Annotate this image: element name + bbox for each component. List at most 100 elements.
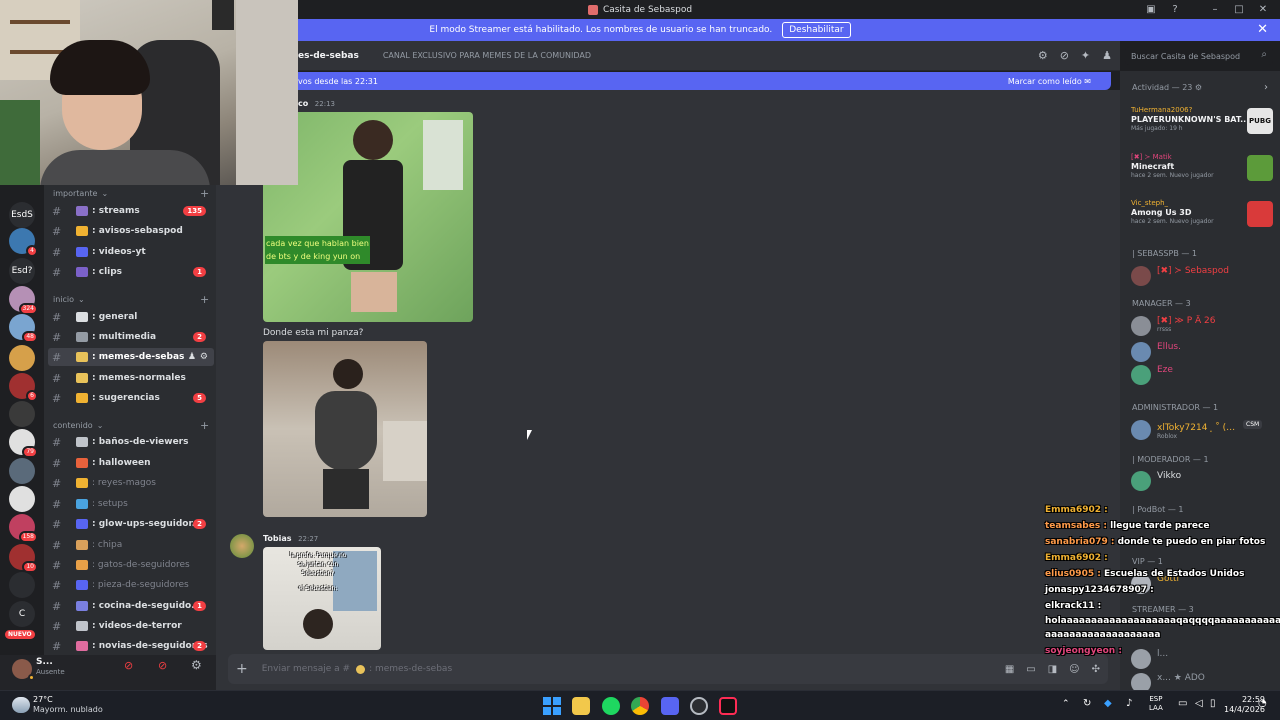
tiktok-icon[interactable] [719, 697, 737, 715]
channel-item[interactable]: #: streams 135 [48, 202, 214, 220]
sync-icon[interactable]: ↻ [1083, 698, 1091, 709]
channel-item[interactable]: #: reyes-magos [48, 474, 214, 492]
meme-image[interactable]: la profe: Porque no se juntan con Sebast… [263, 547, 381, 650]
server-icon[interactable]: 48 [9, 314, 38, 343]
message-input[interactable]: + Enviar mensaje a # : memes-de-sebas ▦ … [228, 654, 1108, 684]
member-item[interactable]: [✖] ≫ P Ä 26 rrsss [1131, 316, 1215, 336]
server-icon[interactable] [9, 486, 35, 512]
tray-chevron-icon[interactable]: ⌃ [1062, 699, 1070, 709]
mic-muted-icon[interactable]: ⊘ [124, 659, 133, 672]
deafen-icon[interactable]: ⊘ [158, 659, 167, 672]
close-banner-icon[interactable]: ✕ [1257, 22, 1268, 37]
server-icon[interactable] [9, 458, 35, 484]
channel-item[interactable]: #: glow-ups-seguidor... 2 [48, 515, 214, 533]
channel-item[interactable]: #: videos-yt [48, 243, 214, 261]
member-item[interactable]: x... ★ ADO [1131, 673, 1205, 690]
chevron-right-icon[interactable]: › [1264, 82, 1268, 93]
maximize-icon[interactable]: □ [1232, 3, 1246, 17]
channel-category[interactable]: inicio ⌄ + [53, 293, 209, 306]
message-author[interactable]: Tobias [263, 534, 292, 543]
start-button[interactable] [543, 697, 561, 715]
minimize-icon[interactable]: – [1208, 3, 1222, 17]
battery-icon[interactable]: ▯ [1210, 698, 1216, 709]
member-list-icon[interactable]: ♟ [1102, 49, 1112, 62]
channel-item[interactable]: #: general [48, 308, 214, 326]
pin-icon[interactable]: ✦ [1081, 49, 1090, 62]
activity-card[interactable]: [✖] ≻ Matik Minecraft hace 2 sem. Nuevo ju… [1131, 153, 1273, 181]
channel-category[interactable]: importante ⌄ + [53, 187, 209, 200]
channel-item[interactable]: #: clips 1 [48, 263, 214, 281]
close-window-icon[interactable]: ✕ [1256, 3, 1270, 17]
channel-settings-icon[interactable]: ⚙ [200, 352, 208, 362]
server-icon[interactable]: 79 [9, 429, 38, 458]
channel-item[interactable]: #: halloween [48, 454, 214, 472]
server-icon[interactable]: EsdS [9, 202, 35, 228]
emoji-icon[interactable]: ☺ [1069, 664, 1079, 675]
server-icon[interactable]: 4 [9, 228, 38, 257]
sticker-icon[interactable]: ◨ [1048, 664, 1057, 675]
add-channel-icon[interactable]: + [200, 187, 209, 200]
channel-item[interactable]: #: chipa [48, 536, 214, 554]
meme-image[interactable] [263, 341, 427, 517]
network-icon[interactable]: ▭ [1178, 698, 1187, 709]
server-icon[interactable]: C [9, 601, 35, 627]
mic-icon[interactable]: ♪ [1126, 698, 1132, 709]
add-attachment-icon[interactable]: + [236, 661, 248, 677]
channel-item[interactable]: #: multimedia 2 [48, 328, 214, 346]
channel-item[interactable]: #: novias-de-seguidores 2 [48, 637, 214, 655]
member-item[interactable]: [✖] ≻ Sebaspod [1131, 266, 1229, 286]
channel-item[interactable]: #: gatos-de-seguidores [48, 556, 214, 574]
message-author[interactable]: co [298, 99, 308, 108]
server-icon[interactable] [9, 572, 35, 598]
language-indicator[interactable]: ESP LAA [1149, 695, 1163, 713]
member-item[interactable]: Eze [1131, 365, 1173, 385]
weather-icon[interactable] [12, 697, 30, 713]
mark-as-read-button[interactable]: Marcar como leído ✉ [1008, 77, 1091, 86]
spotify-icon[interactable] [602, 697, 620, 715]
gif-icon[interactable]: ▭ [1026, 664, 1035, 675]
channel-item[interactable]: #: videos-de-terror [48, 617, 214, 635]
volume-icon[interactable]: ◁ [1195, 698, 1203, 709]
server-icon[interactable]: 324 [9, 286, 38, 315]
notification-bell-icon[interactable]: ◔ [1258, 698, 1267, 709]
add-channel-icon[interactable]: + [200, 293, 209, 306]
defender-icon[interactable]: ◆ [1104, 698, 1112, 709]
gift-icon[interactable]: ▦ [1005, 664, 1014, 675]
server-icon[interactable]: Esd? [9, 258, 35, 284]
activity-card[interactable]: Vic_steph_ Among Us 3D hace 2 sem. Nuevo j… [1131, 199, 1273, 227]
server-icon[interactable]: 158 [9, 514, 38, 543]
member-item[interactable]: Vikko [1131, 471, 1181, 491]
invite-icon[interactable]: ♟ [188, 352, 196, 362]
add-channel-icon[interactable]: + [200, 419, 209, 432]
activity-card[interactable]: TuHermana2006? PLAYERUNKNOWN'S BAT... Más … [1131, 106, 1273, 134]
server-icon[interactable] [9, 401, 35, 427]
member-item[interactable]: Ellus. [1131, 342, 1181, 362]
server-icon[interactable]: 10 [9, 544, 38, 573]
help-icon[interactable]: ? [1168, 3, 1182, 17]
activity-header[interactable]: Actividad — 23 ⚙ [1132, 83, 1202, 92]
apps-icon[interactable]: ✣ [1092, 664, 1100, 675]
discord-icon[interactable] [661, 697, 679, 715]
user-settings-icon[interactable]: ⚙ [191, 658, 202, 672]
channel-item[interactable]: #: baños-de-viewers [48, 433, 214, 451]
obs-icon[interactable] [690, 697, 708, 715]
channel-item[interactable]: #: setups [48, 495, 214, 513]
new-messages-bar[interactable]: vos desde las 22:31 Marcar como leído ✉ [216, 72, 1111, 90]
chrome-icon[interactable] [631, 697, 649, 715]
file-explorer-icon[interactable] [572, 697, 590, 715]
member-item[interactable]: xlToky7214 ⸼ ˚ (… Roblox CSM [1131, 420, 1263, 440]
channel-item[interactable]: #: memes-de-sebas ♟ ⚙ [48, 348, 214, 366]
server-icon[interactable]: 6 [9, 373, 38, 402]
disable-streamer-button[interactable]: Deshabilitar [782, 22, 851, 38]
threads-icon[interactable]: ⚙ [1038, 49, 1048, 62]
server-icon[interactable] [9, 345, 35, 371]
channel-item[interactable]: #: pieza-de-seguidores [48, 576, 214, 594]
mute-icon[interactable]: ⊘ [1060, 49, 1069, 62]
inbox-icon[interactable]: ▣ [1144, 3, 1158, 17]
channel-item[interactable]: #: avisos-sebaspod [48, 222, 214, 240]
channel-item[interactable]: #: sugerencias 5 [48, 389, 214, 407]
channel-item[interactable]: #: memes-normales [48, 369, 214, 387]
channel-category[interactable]: contenido ⌄ + [53, 419, 209, 432]
avatar[interactable] [230, 534, 254, 558]
channel-item[interactable]: #: cocina-de-seguido... 1 [48, 597, 214, 615]
